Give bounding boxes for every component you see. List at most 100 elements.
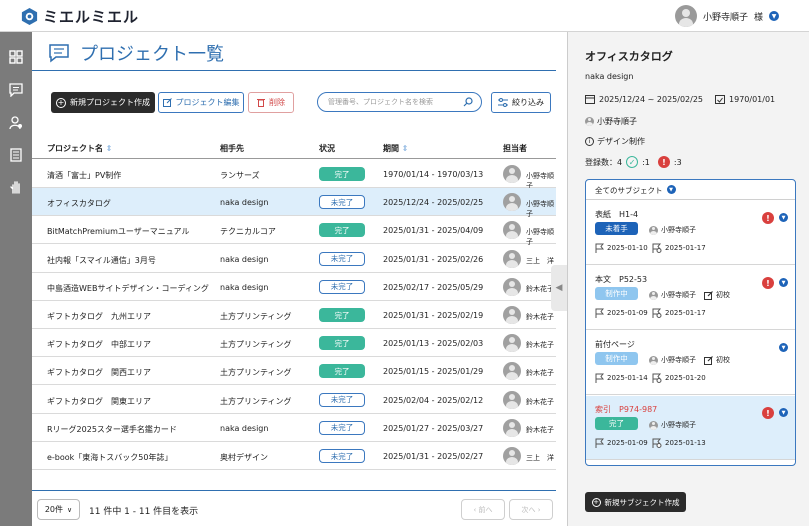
subject-proof-label: 初校 — [716, 291, 730, 299]
search-input[interactable]: 管理番号、プロジェクト名を検索 — [317, 92, 482, 112]
title-divider — [32, 70, 556, 71]
panel-due: 1970/01/01 — [729, 94, 776, 104]
sidebar-item-hand[interactable] — [7, 178, 25, 196]
subject-item[interactable]: 前付ページ ▼ 制作中 小野寺順子 初校 2025-01-14 2025-01-20 — [586, 331, 795, 395]
subject-title: 本文 P52-53 — [595, 275, 648, 284]
app-logo[interactable]: ミエルミエル — [20, 6, 139, 27]
list-icon — [49, 44, 69, 63]
table-row[interactable]: オフィスカタログ naka design 未完了 2025/12/24 - 2025/… — [32, 188, 556, 218]
user-menu[interactable]: 小野寺順子 様 ▼ — [674, 5, 779, 27]
sidebar — [0, 32, 32, 526]
chevron-down-icon[interactable]: ▼ — [779, 343, 788, 352]
check-circle-icon: ✓ — [626, 156, 639, 168]
subject-user: 小野寺順子 — [649, 225, 696, 235]
subject-end-date: 2025-01-17 — [665, 244, 706, 252]
page-header: プロジェクト一覧 — [48, 40, 224, 66]
footer-divider — [32, 490, 556, 491]
result-count: 11 件中 1 - 11 件目を表示 — [89, 507, 199, 517]
subject-item[interactable]: 索引 P974-987! ▼ 完了 小野寺順子 2025-01-09 2025-01-13 — [586, 396, 795, 460]
flag-check-icon — [652, 243, 662, 253]
table-row[interactable]: ギフトカタログ 関東エリア 土方プリンティング 未完了 2025/02/04 - 20… — [32, 386, 556, 414]
subject-start-date: 2025-01-09 — [607, 309, 648, 317]
panel-owner-row: 小野寺順子 — [585, 116, 637, 127]
alert-icon: ! — [762, 212, 774, 224]
table-row[interactable]: 中島酒造WEBサイトデザイン・コーディング naka design 未完了 2025/… — [32, 273, 556, 301]
chevron-down-icon[interactable]: ▼ — [779, 278, 788, 287]
client-name: 土方プリンティング — [220, 368, 292, 378]
edit-project-button[interactable]: プロジェクト編集 — [158, 92, 244, 113]
th-period[interactable]: 期間 ⇕ — [383, 143, 409, 154]
edit-icon — [162, 98, 172, 107]
project-name: ギフトカタログ 中部エリア — [47, 340, 151, 350]
per-page-value: 20件 — [44, 505, 64, 514]
subject-start: 2025-01-09 — [595, 308, 648, 318]
status-badge: 未完了 — [319, 251, 365, 266]
table-row[interactable]: BitMatchPremiumユーザーマニュアル テクニカルコア 完了 2025/01… — [32, 216, 556, 246]
table-row[interactable]: ギフトカタログ 関西エリア 土方プリンティング 完了 2025/01/15 - 202… — [32, 357, 556, 386]
document-icon — [10, 148, 22, 162]
panel-counts-row: 登録数：4 ✓ :1 ! :3 — [585, 156, 682, 168]
subject-item[interactable]: 本文 P52-53! ▼ 制作中 小野寺順子 初校 2025-01-09 2025-01-1… — [586, 266, 795, 330]
avatar — [503, 193, 521, 212]
client-name: 土方プリンティング — [220, 312, 292, 321]
sidebar-item-users[interactable] — [7, 114, 25, 132]
period: 1970/01/14 - 1970/03/13 — [383, 170, 484, 179]
owner-name: 鈴木花子 — [526, 397, 554, 406]
avatar — [503, 306, 521, 324]
avatar — [503, 447, 521, 465]
avatar — [503, 362, 521, 381]
table-header: プロジェクト名 ⇕ 相手先 状況 期間 ⇕ 担当者 — [32, 135, 556, 159]
owner-name: 鈴木花子 — [526, 341, 554, 350]
table-row[interactable]: ギフトカタログ 九州エリア 土方プリンティング 完了 2025/01/31 - 202… — [32, 301, 556, 329]
chevron-down-icon[interactable]: ▼ — [779, 408, 788, 417]
client-name: 土方プリンティング — [220, 340, 292, 350]
period: 2025/01/31 - 2025/04/09 — [383, 226, 484, 236]
chevron-down-icon[interactable]: ▼ — [779, 213, 788, 222]
new-project-button[interactable]: + 新規プロジェクト作成 — [51, 92, 155, 113]
status-badge: 未完了 — [319, 392, 365, 407]
panel-client: naka design — [585, 72, 634, 81]
status-badge: 未完了 — [319, 420, 365, 435]
caret-left-icon: ◀ — [555, 283, 563, 293]
delete-button[interactable]: 削除 — [248, 92, 294, 113]
subject-user-name: 小野寺順子 — [661, 226, 696, 234]
per-page-select[interactable]: 20件 ∨ — [37, 499, 80, 520]
new-subject-button[interactable]: + 新規サブジェクト作成 — [585, 492, 686, 512]
subject-user: 小野寺順子 — [649, 290, 696, 300]
chevron-down-icon: ∨ — [67, 505, 73, 514]
alert-count: :3 — [673, 157, 682, 167]
status-badge: 完了 — [319, 308, 365, 322]
alert-icon: ! — [762, 407, 774, 419]
flag-check-icon — [652, 438, 662, 448]
calendar-check-icon — [715, 95, 726, 104]
period: 2025/12/24 - 2025/02/25 — [383, 198, 484, 208]
avatar — [649, 355, 658, 365]
project-name: 中島酒造WEBサイトデザイン・コーディング — [47, 283, 209, 293]
subject-item[interactable]: 表紙 H1-4! ▼ 未着手 小野寺順子 2025-01-10 2025-01-17 — [586, 201, 795, 265]
next-page-button[interactable]: 次へ › — [509, 499, 553, 520]
project-name: ギフトカタログ 九州エリア — [47, 312, 151, 321]
table-row[interactable]: ギフトカタログ 中部エリア 土方プリンティング 完了 2025/01/13 - 202… — [32, 329, 556, 358]
sidebar-item-documents[interactable] — [7, 146, 25, 164]
table-row[interactable]: Rリーグ2025スター選手名鑑カード naka design 未完了 2025/01/… — [32, 414, 556, 442]
table-row[interactable]: 清酒「富士」PV制作 ランサーズ 完了 1970/01/14 - 1970/03/13… — [32, 160, 556, 190]
logo-icon — [21, 7, 38, 26]
table-row[interactable]: 社内報「スマイル通信」3月号 naka design 未完了 2025/01/31 -… — [32, 245, 556, 273]
panel-description-row: i デザイン制作 — [585, 136, 645, 147]
owner-name: 鈴木花子 — [526, 284, 554, 293]
subject-status-badge: 完了 — [595, 417, 638, 430]
panel-owner: 小野寺順子 — [597, 117, 637, 126]
filter-button[interactable]: 絞り込み — [491, 92, 551, 113]
table-row[interactable]: e-book「東海トスバック50年誌」 奥村デザイン 未完了 2025/01/31 -… — [32, 442, 556, 470]
status-badge: 完了 — [319, 167, 365, 181]
chevron-down-icon[interactable]: ▼ — [769, 11, 779, 21]
subject-status-badge: 未着手 — [595, 222, 638, 235]
th-project-name[interactable]: プロジェクト名 ⇕ — [47, 143, 113, 154]
sidebar-item-messages[interactable] — [7, 81, 25, 99]
alert-icon: ! — [762, 277, 774, 289]
collapse-panel-button[interactable]: ◀ — [551, 265, 567, 311]
subject-list-header[interactable]: 全てのサブジェクト ▼ — [586, 180, 795, 200]
sidebar-item-dashboard[interactable] — [7, 48, 25, 66]
prev-page-button[interactable]: ‹ 前へ — [461, 499, 505, 520]
info-icon: i — [585, 137, 594, 146]
